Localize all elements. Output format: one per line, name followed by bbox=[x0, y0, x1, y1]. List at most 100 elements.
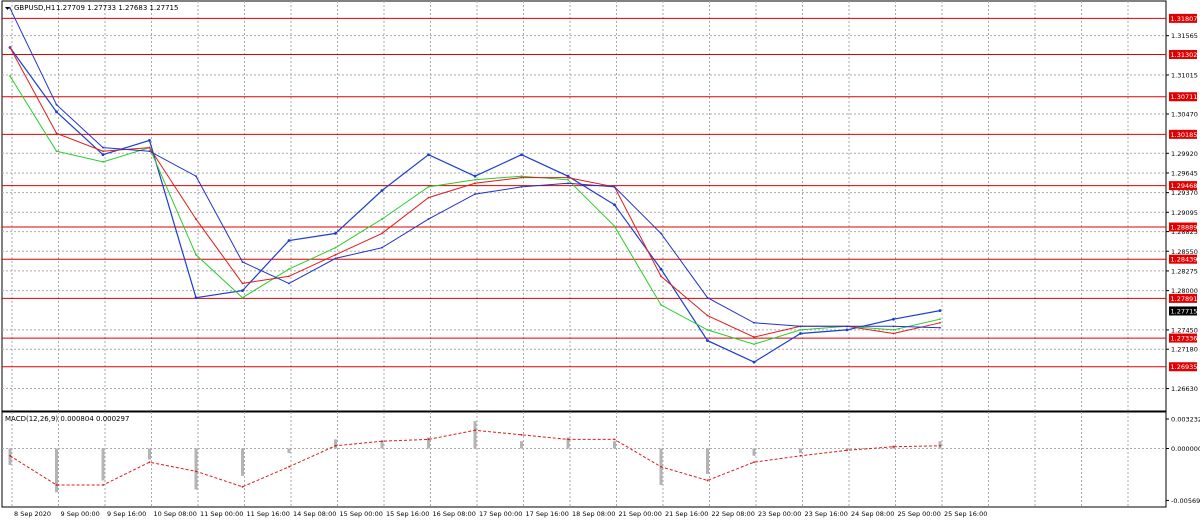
price-line-point bbox=[55, 110, 58, 114]
ma-fast-line-point bbox=[753, 343, 755, 346]
current-price-label: 1.27715 bbox=[1171, 307, 1198, 315]
price-line-point bbox=[752, 360, 756, 364]
price-line-point bbox=[241, 289, 244, 292]
ma-mid-line-point bbox=[474, 182, 476, 185]
macd-signal-point bbox=[288, 465, 290, 468]
chart-background bbox=[0, 0, 1200, 523]
time-tick-label: 14 Sep 08:00 bbox=[293, 510, 336, 518]
symbol-header[interactable]: GBPUSD,H1 1.27709 1.27733 1.27683 1.2771… bbox=[5, 4, 178, 12]
ma-slow-line-point bbox=[939, 326, 941, 329]
price-line-point bbox=[845, 328, 849, 332]
price-tick-label: 1.27450 bbox=[1171, 326, 1198, 334]
price-line-point bbox=[334, 231, 337, 235]
macd-signal-point bbox=[846, 449, 848, 452]
ma-fast-line-point bbox=[241, 296, 244, 299]
macd-histogram-bar bbox=[380, 441, 384, 449]
ma-mid-line-point bbox=[9, 46, 11, 49]
ma-fast-line-point bbox=[427, 186, 430, 188]
time-tick-label: 11 Sep 16:00 bbox=[247, 510, 290, 518]
time-tick-label: 23 Sep 00:00 bbox=[758, 510, 801, 518]
macd-signal-point bbox=[660, 465, 662, 468]
time-tick-label: 25 Sep 16:00 bbox=[944, 510, 987, 518]
price-line-point bbox=[194, 296, 198, 300]
ma-slow-line-point bbox=[288, 282, 290, 285]
time-tick-label: 23 Sep 16:00 bbox=[805, 510, 848, 518]
time-tick-label: 18 Sep 08:00 bbox=[572, 510, 615, 518]
price-tick-label: 1.29920 bbox=[1171, 150, 1198, 158]
price-tick-label: 1.29645 bbox=[1171, 169, 1198, 177]
level-label: 1.31807 bbox=[1171, 15, 1198, 23]
macd-histogram-bar bbox=[752, 448, 756, 456]
ma-slow-line-point bbox=[381, 246, 383, 249]
ma-slow-line-point bbox=[241, 261, 244, 263]
ma-mid-line-point bbox=[706, 314, 709, 317]
macd-histogram-bar bbox=[473, 421, 477, 449]
ohlc-readout: 1.27709 1.27733 1.27683 1.27715 bbox=[56, 4, 178, 12]
time-tick-label: 25 Sep 00:00 bbox=[898, 510, 941, 518]
time-tick-label: 9 Sep 00:00 bbox=[61, 510, 100, 518]
ma-slow-line-point bbox=[102, 146, 104, 149]
price-line-point bbox=[148, 139, 151, 142]
ma-fast-line-point bbox=[102, 160, 104, 163]
level-label: 1.30711 bbox=[1171, 93, 1198, 101]
time-tick-label: 15 Sep 00:00 bbox=[340, 510, 383, 518]
price-tick-label: 1.27180 bbox=[1171, 346, 1198, 354]
ma-slow-line-point bbox=[427, 218, 430, 220]
macd-title: MACD(12,26,9) 0.000804 0.000297 bbox=[5, 415, 129, 423]
ma-fast-line-point bbox=[660, 303, 662, 306]
macd-histogram-bar bbox=[845, 448, 849, 450]
macd-signal-point bbox=[799, 454, 802, 457]
price-line-point bbox=[613, 203, 616, 207]
price-line-point bbox=[892, 317, 895, 321]
price-tick-label: 1.30470 bbox=[1171, 110, 1198, 118]
ma-mid-line-point bbox=[427, 196, 430, 199]
macd-signal-point bbox=[939, 444, 941, 447]
macd-signal-point bbox=[753, 461, 755, 464]
macd-signal-point bbox=[148, 461, 151, 464]
macd-histogram-bar bbox=[938, 441, 942, 449]
macd-histogram-bar bbox=[101, 448, 105, 481]
ma-slow-line-point bbox=[846, 325, 848, 328]
time-tick-label: 10 Sep 08:00 bbox=[154, 510, 197, 518]
macd-histogram-bar bbox=[241, 448, 244, 476]
macd-histogram-bar bbox=[706, 448, 709, 475]
macd-histogram-bar bbox=[194, 448, 198, 490]
chart-canvas[interactable]: 1.31565 1.31015 1.30470 1.29920 1.29645 1.293… bbox=[0, 0, 1200, 523]
price-tick-label: 1.28275 bbox=[1171, 267, 1198, 275]
macd-tick-label: -0.005693 bbox=[1171, 497, 1200, 505]
macd-histogram-bar bbox=[613, 441, 616, 449]
macd-signal-point bbox=[334, 444, 337, 447]
ma-mid-line-point bbox=[753, 336, 755, 338]
price-line-point bbox=[520, 153, 523, 157]
macd-tick-label: 0.003232 bbox=[1171, 416, 1200, 424]
level-label: 1.28889 bbox=[1171, 224, 1198, 232]
time-tick-label: 9 Sep 16:00 bbox=[107, 510, 146, 518]
ma-fast-line-point bbox=[613, 225, 616, 228]
ma-slow-line-point bbox=[892, 325, 895, 328]
ma-fast-line-point bbox=[939, 318, 941, 321]
ma-fast-line-point bbox=[567, 178, 569, 181]
ma-mid-line-point bbox=[334, 253, 337, 256]
time-tick-label: 17 Sep 16:00 bbox=[526, 510, 569, 518]
ma-mid-line-point bbox=[288, 275, 290, 278]
symbol-title: GBPUSD,H1 bbox=[14, 4, 55, 12]
time-tick-label: 21 Sep 00:00 bbox=[619, 510, 662, 518]
chart-window[interactable]: 1.31565 1.31015 1.30470 1.29920 1.29645 1.293… bbox=[0, 0, 1200, 523]
level-label: 1.28439 bbox=[1171, 256, 1198, 264]
macd-signal-point bbox=[613, 438, 616, 441]
ma-mid-line-point bbox=[660, 275, 662, 278]
time-axis[interactable]: 8 Sep 2020 9 Sep 00:00 9 Sep 16:00 10 Sep 0… bbox=[14, 510, 987, 518]
level-label: 1.27336 bbox=[1171, 335, 1198, 343]
ma-mid-line-point bbox=[148, 146, 151, 149]
time-tick-label: 16 Sep 08:00 bbox=[433, 510, 476, 518]
ma-slow-line-point bbox=[334, 257, 337, 260]
price-tick-label: 1.29095 bbox=[1171, 209, 1198, 217]
level-label: 1.27891 bbox=[1171, 295, 1198, 303]
macd-signal-point bbox=[706, 479, 709, 482]
macd-signal-point bbox=[520, 433, 523, 436]
ma-slow-line-point bbox=[660, 232, 662, 235]
ma-fast-line-point bbox=[55, 150, 58, 153]
ma-mid-line-point bbox=[55, 132, 58, 135]
price-tick-label: 1.31015 bbox=[1171, 72, 1198, 80]
macd-signal-point bbox=[102, 484, 104, 486]
